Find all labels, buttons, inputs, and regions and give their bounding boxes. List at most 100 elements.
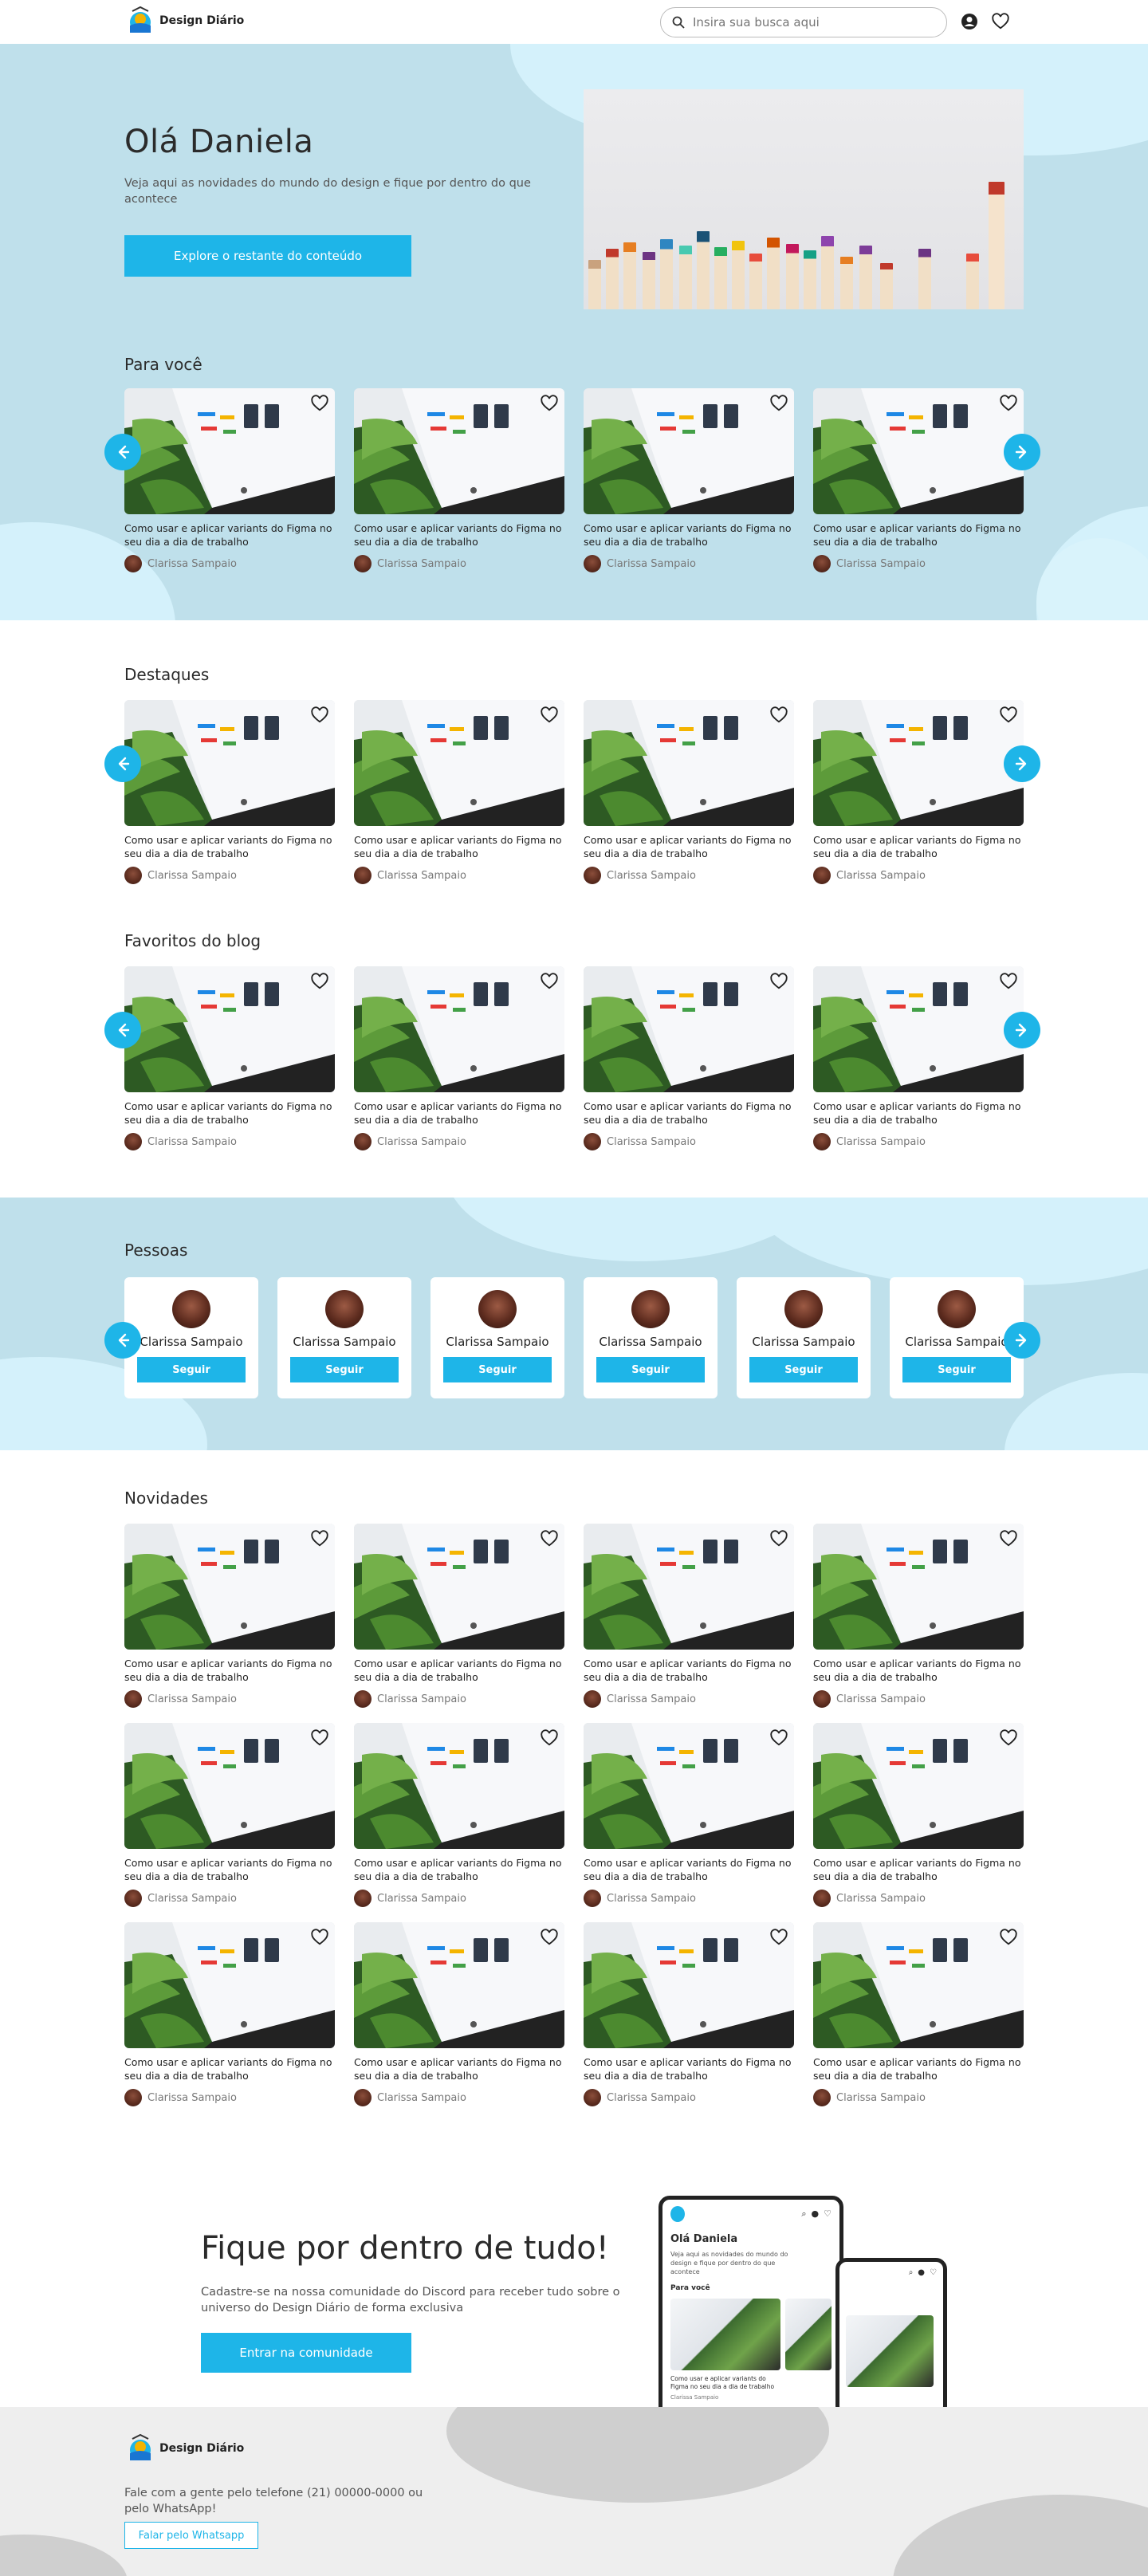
card-title[interactable]: Como usar e aplicar variants do Figma no…: [124, 521, 335, 549]
person-avatar[interactable]: [478, 1290, 517, 1328]
card-image[interactable]: [354, 1723, 564, 1849]
favorite-heart-icon[interactable]: [311, 1530, 328, 1548]
favorite-heart-icon[interactable]: [770, 395, 788, 412]
card-title[interactable]: Como usar e aplicar variants do Figma no…: [813, 2055, 1024, 2082]
carousel-right-arrow-button[interactable]: [1004, 745, 1040, 782]
favorite-heart-icon[interactable]: [311, 395, 328, 412]
favorite-heart-icon[interactable]: [1000, 1929, 1017, 1946]
card-image[interactable]: [813, 700, 1024, 826]
card-title[interactable]: Como usar e aplicar variants do Figma no…: [584, 1099, 794, 1127]
favorite-heart-icon[interactable]: [311, 706, 328, 724]
card-title[interactable]: Como usar e aplicar variants do Figma no…: [813, 833, 1024, 860]
article-card[interactable]: Como usar e aplicar variants do Figma no…: [354, 1524, 564, 1708]
card-image[interactable]: [584, 700, 794, 826]
follow-button[interactable]: Seguir: [443, 1357, 552, 1382]
article-card[interactable]: Como usar e aplicar variants do Figma no…: [584, 700, 794, 884]
favorite-heart-icon[interactable]: [1000, 1530, 1017, 1548]
follow-button[interactable]: Seguir: [596, 1357, 705, 1382]
favorite-heart-icon[interactable]: [541, 1530, 558, 1548]
favorites-heart-icon[interactable]: [992, 13, 1009, 30]
user-account-icon[interactable]: [961, 13, 978, 30]
carousel-left-arrow-button[interactable]: [104, 1322, 141, 1359]
person-avatar[interactable]: [325, 1290, 364, 1328]
card-title[interactable]: Como usar e aplicar variants do Figma no…: [584, 833, 794, 860]
favorite-heart-icon[interactable]: [311, 1729, 328, 1747]
card-image[interactable]: [584, 388, 794, 514]
favorite-heart-icon[interactable]: [1000, 973, 1017, 990]
card-image[interactable]: [124, 388, 335, 514]
card-title[interactable]: Como usar e aplicar variants do Figma no…: [584, 521, 794, 549]
card-title[interactable]: Como usar e aplicar variants do Figma no…: [354, 833, 564, 860]
article-card[interactable]: Como usar e aplicar variants do Figma no…: [584, 1723, 794, 1907]
follow-button[interactable]: Seguir: [749, 1357, 858, 1382]
article-card[interactable]: Como usar e aplicar variants do Figma no…: [584, 388, 794, 572]
card-image[interactable]: [124, 966, 335, 1092]
whatsapp-button[interactable]: Falar pelo Whatsapp: [124, 2522, 258, 2549]
article-card[interactable]: Como usar e aplicar variants do Figma no…: [813, 966, 1024, 1150]
favorite-heart-icon[interactable]: [1000, 706, 1017, 724]
favorite-heart-icon[interactable]: [770, 706, 788, 724]
article-card[interactable]: Como usar e aplicar variants do Figma no…: [813, 388, 1024, 572]
favorite-heart-icon[interactable]: [541, 1929, 558, 1946]
card-title[interactable]: Como usar e aplicar variants do Figma no…: [584, 1657, 794, 1684]
favorite-heart-icon[interactable]: [541, 395, 558, 412]
favorite-heart-icon[interactable]: [541, 973, 558, 990]
join-community-button[interactable]: Entrar na comunidade: [201, 2333, 411, 2373]
carousel-left-arrow-button[interactable]: [104, 434, 141, 470]
card-image[interactable]: [584, 966, 794, 1092]
person-avatar[interactable]: [784, 1290, 823, 1328]
card-image[interactable]: [124, 1723, 335, 1849]
card-title[interactable]: Como usar e aplicar variants do Figma no…: [354, 521, 564, 549]
article-card[interactable]: Como usar e aplicar variants do Figma no…: [354, 1922, 564, 2106]
favorite-heart-icon[interactable]: [311, 973, 328, 990]
footer-brand-logo[interactable]: Design Diário: [128, 2432, 244, 2464]
card-image[interactable]: [354, 966, 564, 1092]
card-title[interactable]: Como usar e aplicar variants do Figma no…: [354, 1856, 564, 1883]
card-title[interactable]: Como usar e aplicar variants do Figma no…: [124, 1856, 335, 1883]
article-card[interactable]: Como usar e aplicar variants do Figma no…: [354, 966, 564, 1150]
card-image[interactable]: [584, 1723, 794, 1849]
person-avatar[interactable]: [631, 1290, 670, 1328]
carousel-right-arrow-button[interactable]: [1004, 434, 1040, 470]
article-card[interactable]: Como usar e aplicar variants do Figma no…: [124, 388, 335, 572]
search-input[interactable]: [693, 15, 932, 29]
card-image[interactable]: [584, 1922, 794, 2048]
card-title[interactable]: Como usar e aplicar variants do Figma no…: [813, 1856, 1024, 1883]
favorite-heart-icon[interactable]: [770, 1929, 788, 1946]
favorite-heart-icon[interactable]: [770, 973, 788, 990]
card-image[interactable]: [124, 1524, 335, 1650]
explore-button[interactable]: Explore o restante do conteúdo: [124, 235, 411, 277]
card-title[interactable]: Como usar e aplicar variants do Figma no…: [813, 1099, 1024, 1127]
card-image[interactable]: [354, 700, 564, 826]
favorite-heart-icon[interactable]: [1000, 1729, 1017, 1747]
follow-button[interactable]: Seguir: [902, 1357, 1011, 1382]
follow-button[interactable]: Seguir: [290, 1357, 399, 1382]
article-card[interactable]: Como usar e aplicar variants do Figma no…: [124, 966, 335, 1150]
card-title[interactable]: Como usar e aplicar variants do Figma no…: [813, 521, 1024, 549]
favorite-heart-icon[interactable]: [770, 1530, 788, 1548]
card-image[interactable]: [813, 388, 1024, 514]
article-card[interactable]: Como usar e aplicar variants do Figma no…: [813, 1524, 1024, 1708]
card-title[interactable]: Como usar e aplicar variants do Figma no…: [584, 2055, 794, 2082]
article-card[interactable]: Como usar e aplicar variants do Figma no…: [813, 1922, 1024, 2106]
card-image[interactable]: [354, 1524, 564, 1650]
card-image[interactable]: [124, 700, 335, 826]
person-avatar[interactable]: [172, 1290, 210, 1328]
card-title[interactable]: Como usar e aplicar variants do Figma no…: [584, 1856, 794, 1883]
card-image[interactable]: [354, 1922, 564, 2048]
carousel-left-arrow-button[interactable]: [104, 745, 141, 782]
article-card[interactable]: Como usar e aplicar variants do Figma no…: [813, 1723, 1024, 1907]
favorite-heart-icon[interactable]: [770, 1729, 788, 1747]
article-card[interactable]: Como usar e aplicar variants do Figma no…: [124, 1922, 335, 2106]
brand-logo[interactable]: Design Diário: [128, 5, 244, 37]
article-card[interactable]: Como usar e aplicar variants do Figma no…: [124, 1524, 335, 1708]
card-title[interactable]: Como usar e aplicar variants do Figma no…: [354, 1657, 564, 1684]
carousel-right-arrow-button[interactable]: [1004, 1322, 1040, 1359]
card-image[interactable]: [813, 1524, 1024, 1650]
card-title[interactable]: Como usar e aplicar variants do Figma no…: [354, 2055, 564, 2082]
article-card[interactable]: Como usar e aplicar variants do Figma no…: [584, 1524, 794, 1708]
card-image[interactable]: [813, 1723, 1024, 1849]
article-card[interactable]: Como usar e aplicar variants do Figma no…: [813, 700, 1024, 884]
article-card[interactable]: Como usar e aplicar variants do Figma no…: [584, 966, 794, 1150]
card-title[interactable]: Como usar e aplicar variants do Figma no…: [124, 1099, 335, 1127]
